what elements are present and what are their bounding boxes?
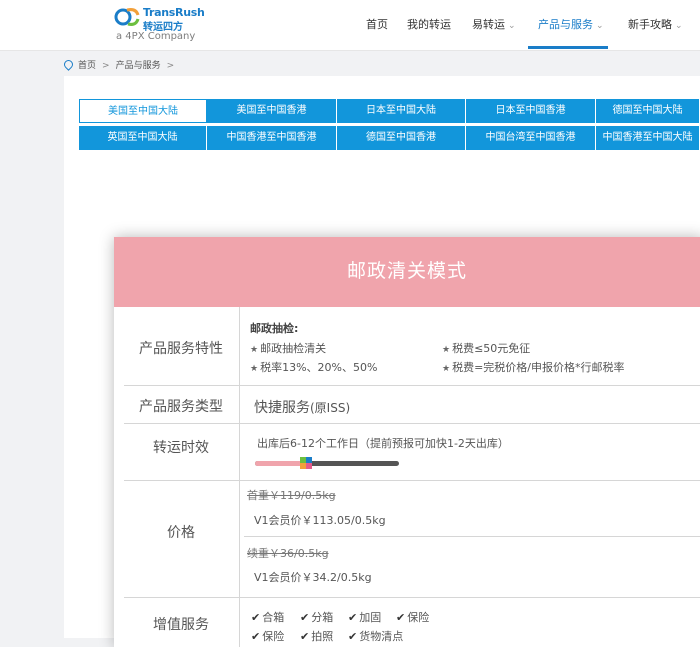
row-divider bbox=[124, 480, 700, 481]
check-icon: ✔ bbox=[251, 630, 261, 643]
feature-text: 税率13%、20%、50% bbox=[260, 361, 378, 374]
feature-text: 邮政抽检清关 bbox=[260, 342, 327, 355]
value-added-text: 分箱 bbox=[311, 611, 334, 624]
column-divider bbox=[239, 307, 240, 647]
tab-jp-to-cn-mainland[interactable]: 日本至中国大陆 bbox=[337, 99, 466, 123]
card-title: 邮政清关模式 bbox=[346, 260, 467, 282]
check-icon: ✔ bbox=[396, 611, 406, 624]
tab-de-to-hk[interactable]: 德国至中国香港 bbox=[337, 126, 466, 150]
service-type-note: (原ISS) bbox=[310, 401, 351, 415]
price-label: 价格 bbox=[167, 525, 195, 541]
chevron-down-icon: ⌄ bbox=[596, 21, 604, 31]
tab-hk-to-cn-mainland[interactable]: 中国香港至中国大陆 bbox=[596, 126, 700, 150]
check-icon: ✔ bbox=[300, 611, 310, 624]
nav-products-services[interactable]: 产品与服务 ⌄ bbox=[538, 16, 604, 32]
chevron-right-icon: > bbox=[166, 61, 175, 71]
check-icon: ✔ bbox=[348, 630, 358, 643]
value-added-text: 合箱 bbox=[262, 611, 285, 624]
breadcrumb-home[interactable]: 首页 bbox=[78, 61, 96, 71]
service-type-name: 快捷服务 bbox=[254, 400, 310, 416]
features-label: 产品服务特性 bbox=[139, 341, 223, 357]
value-added-item: ✔ 货物清点 bbox=[348, 628, 403, 644]
extra-weight-member-price: V1会员价￥34.2/0.5kg bbox=[254, 571, 372, 584]
chevron-right-icon: > bbox=[102, 61, 110, 71]
price-divider bbox=[244, 536, 700, 537]
feature-item: ★ 税率13%、20%、50% bbox=[250, 359, 377, 375]
value-added-text: 保险 bbox=[407, 611, 430, 624]
nav-home[interactable]: 首页 bbox=[366, 16, 388, 32]
value-added-text: 保险 bbox=[262, 630, 285, 643]
nav-beginner-guide-label: 新手攻略 bbox=[628, 18, 672, 31]
breadcrumb-products[interactable]: 产品与服务 bbox=[116, 61, 161, 71]
breadcrumb: 首页 > 产品与服务 > bbox=[62, 58, 180, 71]
value-added-item: ✔ 加固 bbox=[348, 609, 381, 625]
value-added-label: 增值服务 bbox=[153, 617, 209, 633]
nav-beginner-guide[interactable]: 新手攻略 ⌄ bbox=[628, 16, 683, 32]
feature-item: ★ 税费=完税价格/申报价格*行邮税率 bbox=[442, 359, 625, 375]
feature-item: ★ 税费≤50元免征 bbox=[442, 340, 530, 356]
slider-knob-icon[interactable] bbox=[298, 455, 314, 471]
chevron-down-icon: ⌄ bbox=[508, 21, 516, 31]
nav-my-transfer[interactable]: 我的转运 bbox=[407, 16, 451, 32]
feature-item: ★ 邮政抽检清关 bbox=[250, 340, 326, 356]
service-type-value: 快捷服务(原ISS) bbox=[254, 397, 350, 417]
extra-weight-price: 续重￥36/0.5kg bbox=[247, 547, 329, 560]
star-icon: ★ bbox=[250, 345, 259, 355]
first-weight-member-price: V1会员价￥113.05/0.5kg bbox=[254, 514, 386, 527]
location-pin-icon bbox=[62, 58, 75, 71]
star-icon: ★ bbox=[442, 364, 451, 374]
features-heading: 邮政抽检: bbox=[250, 322, 299, 335]
logo-icon bbox=[114, 8, 140, 26]
nav-easy-transfer-label: 易转运 bbox=[472, 18, 505, 31]
tab-uk-to-cn-mainland[interactable]: 英国至中国大陆 bbox=[79, 126, 207, 150]
value-added-text: 加固 bbox=[359, 611, 382, 624]
nav-easy-transfer[interactable]: 易转运 ⌄ bbox=[472, 16, 516, 32]
row-divider bbox=[124, 385, 700, 386]
value-added-item: ✔ 保险 bbox=[396, 609, 429, 625]
tab-de-to-cn-mainland[interactable]: 德国至中国大陆 bbox=[596, 99, 700, 123]
nav-active-indicator bbox=[528, 46, 608, 49]
value-added-item: ✔ 分箱 bbox=[300, 609, 333, 625]
chevron-down-icon: ⌄ bbox=[675, 21, 683, 31]
value-added-text: 拍照 bbox=[311, 630, 334, 643]
logo-tagline: a 4PX Company bbox=[116, 31, 196, 42]
check-icon: ✔ bbox=[251, 611, 261, 624]
feature-text: 税费≤50元免征 bbox=[452, 342, 531, 355]
check-icon: ✔ bbox=[348, 611, 358, 624]
tab-us-to-hk[interactable]: 美国至中国香港 bbox=[207, 99, 337, 123]
value-added-text: 货物清点 bbox=[359, 630, 404, 643]
product-card: 邮政清关模式 产品服务特性 邮政抽检: ★ 邮政抽检清关 ★ 税费≤50元免征 ★ 税… bbox=[114, 237, 700, 647]
timing-text: 出库后6-12个工作日（提前预报可加快1-2天出库） bbox=[257, 437, 509, 450]
tab-jp-to-hk[interactable]: 日本至中国香港 bbox=[466, 99, 596, 123]
star-icon: ★ bbox=[250, 364, 259, 374]
tab-hk-to-hk[interactable]: 中国香港至中国香港 bbox=[207, 126, 337, 150]
tab-tw-to-hk[interactable]: 中国台湾至中国香港 bbox=[466, 126, 596, 150]
top-header: TransRush 转运四方 a 4PX Company 首页 我的转运 易转运… bbox=[0, 0, 700, 51]
service-type-label: 产品服务类型 bbox=[139, 399, 223, 415]
row-divider bbox=[124, 597, 700, 598]
row-divider bbox=[124, 423, 700, 424]
value-added-item: ✔ 合箱 bbox=[251, 609, 284, 625]
check-icon: ✔ bbox=[300, 630, 310, 643]
first-weight-price: 首重￥119/0.5kg bbox=[247, 489, 336, 502]
timing-label: 转运时效 bbox=[153, 440, 209, 456]
nav-products-services-label: 产品与服务 bbox=[538, 18, 593, 31]
value-added-item: ✔ 拍照 bbox=[300, 628, 333, 644]
value-added-item: ✔ 保险 bbox=[251, 628, 284, 644]
star-icon: ★ bbox=[442, 345, 451, 355]
feature-text: 税费=完税价格/申报价格*行邮税率 bbox=[452, 361, 625, 374]
transrush-logo[interactable]: TransRush 转运四方 a 4PX Company bbox=[114, 4, 214, 44]
tab-us-to-cn-mainland[interactable]: 美国至中国大陆 bbox=[79, 99, 207, 123]
